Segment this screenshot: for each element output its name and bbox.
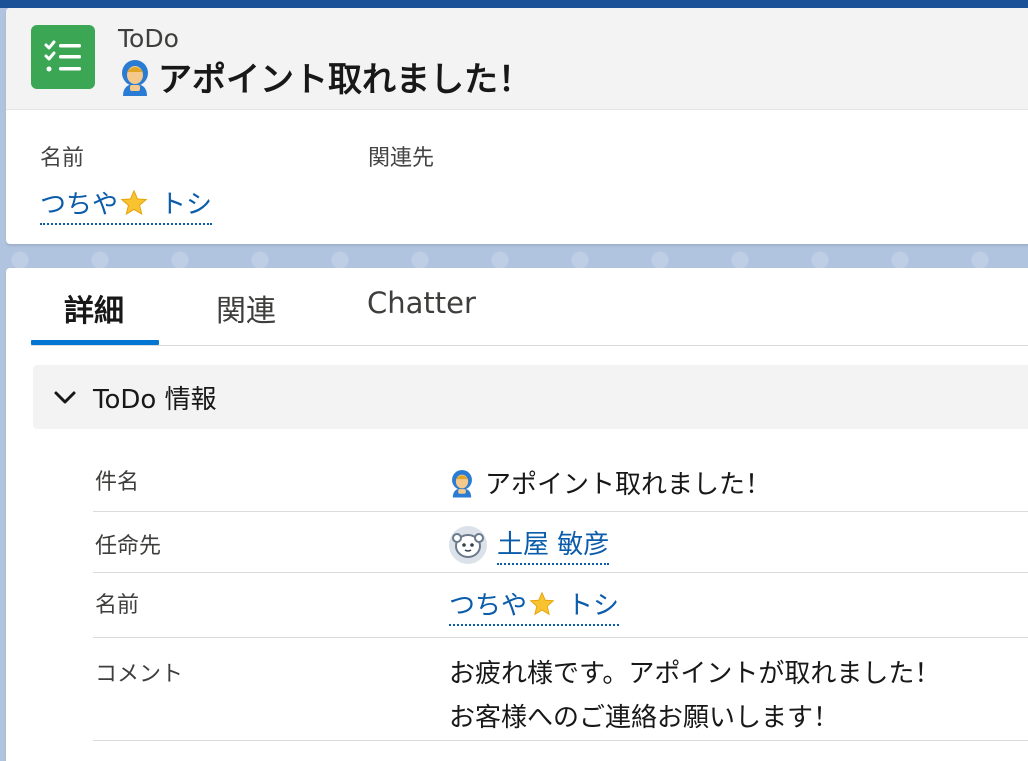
detail-row-subject: 件名 アポイント取れました！ xyxy=(93,446,1028,512)
name-part-2: トシ xyxy=(160,190,213,220)
section-title: ToDo 情報 xyxy=(93,384,217,415)
tab-bar: 詳細 関連 Chatter xyxy=(31,268,1028,346)
subject-text: アポイント取れました！ xyxy=(485,470,772,500)
comment-line-2: お客様へのご連絡お願いします！ xyxy=(449,703,840,733)
name-label: 名前 xyxy=(95,593,140,618)
name-field-link[interactable]: つちや トシ xyxy=(40,184,213,225)
assigned-to-value: 土屋 敏彦 xyxy=(449,524,610,565)
subject-label: 件名 xyxy=(95,470,140,495)
comment-value: お疲れ様です。アポイントが取れました！ お客様へのご連絡お願いします！ xyxy=(449,652,940,740)
star-emoji-icon xyxy=(529,591,555,615)
name-part-1: つちや xyxy=(40,190,119,220)
record-header: ToDo アポイント取れました！ xyxy=(6,8,1028,110)
record-detail-card: 詳細 関連 Chatter ToDo 情報 件名 アポイント取れました！ 任命先 xyxy=(6,268,1028,761)
task-list-icon xyxy=(31,25,95,89)
assigned-to-label: 任命先 xyxy=(95,534,162,559)
page-title: アポイント取れました！ xyxy=(118,52,532,101)
detail-row-comment: コメント お疲れ様です。アポイントが取れました！ お客様へのご連絡お願いします！ xyxy=(93,638,1028,741)
active-tab-indicator xyxy=(31,340,159,345)
contact-name-part-2: トシ xyxy=(567,591,620,621)
star-emoji-icon xyxy=(120,189,148,215)
chevron-down-icon xyxy=(54,391,76,404)
record-title-text: アポイント取れました！ xyxy=(158,60,532,100)
name-value: つちや トシ xyxy=(449,585,620,626)
contact-name-part-1: つちや xyxy=(449,591,528,621)
name-field-label: 名前 xyxy=(40,146,85,171)
avatar[interactable] xyxy=(449,525,487,564)
comment-label: コメント xyxy=(95,662,184,687)
contact-name-link[interactable]: つちや トシ xyxy=(449,585,620,626)
section-header-todo-info[interactable]: ToDo 情報 xyxy=(33,365,1028,429)
top-bar xyxy=(0,0,1028,8)
detail-row-assigned-to: 任命先 土屋 敏彦 xyxy=(93,512,1028,573)
detail-row-name: 名前 つちや トシ xyxy=(93,573,1028,638)
comment-line-1: お疲れ様です。アポイントが取れました！ xyxy=(449,659,941,689)
tab-related[interactable]: 関連 xyxy=(216,286,276,344)
object-name: ToDo xyxy=(118,24,179,53)
tab-chatter[interactable]: Chatter xyxy=(367,286,476,344)
woman-bowing-emoji-icon xyxy=(452,469,472,498)
tab-details[interactable]: 詳細 xyxy=(64,286,124,344)
woman-bowing-emoji-icon xyxy=(122,59,148,96)
record-header-card: ToDo アポイント取れました！ 名前 関連先 つちや トシ xyxy=(6,8,1028,244)
assigned-user-link[interactable]: 土屋 敏彦 xyxy=(497,524,610,565)
related-field-label: 関連先 xyxy=(368,146,435,171)
subject-value: アポイント取れました！ xyxy=(449,464,771,501)
